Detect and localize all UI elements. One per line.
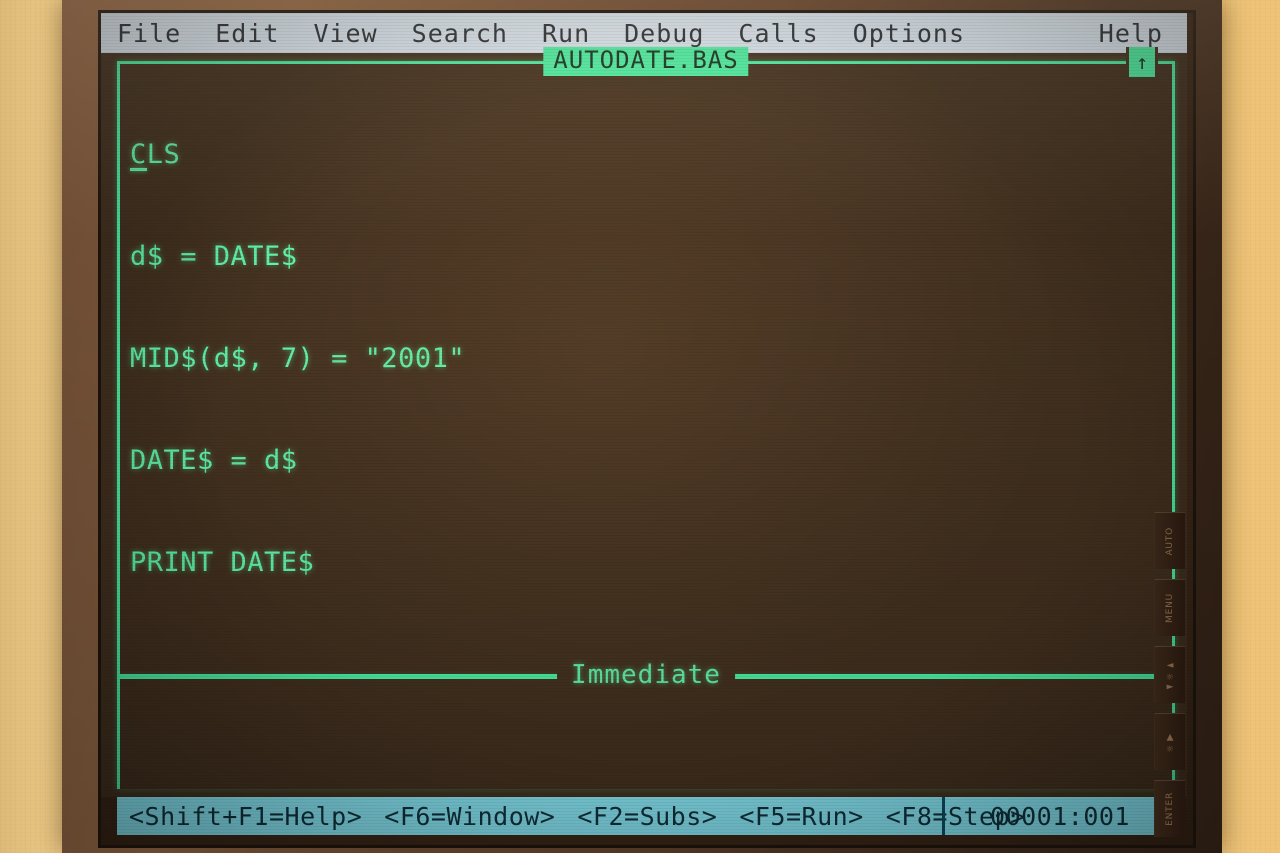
qbasic-ide: File Edit View Search Run Debug Calls Op… xyxy=(101,13,1187,839)
cursor-position-indicator: 00001:001 xyxy=(942,797,1175,835)
monitor-menu-button[interactable]: MENU xyxy=(1154,579,1185,636)
menu-item-calls[interactable]: Calls xyxy=(738,19,818,48)
monitor-brightness-button[interactable]: ◄☼► xyxy=(1154,646,1185,703)
monitor-enter-button[interactable]: ENTER xyxy=(1154,780,1185,837)
menu-item-options[interactable]: Options xyxy=(853,19,965,48)
shortcut-subs[interactable]: <F2=Subs> xyxy=(577,802,717,831)
monitor-auto-label: AUTO xyxy=(1165,526,1175,556)
shortcut-run[interactable]: <F5=Run> xyxy=(739,802,863,831)
code-line: MID$(d$, 7) = "2001" xyxy=(130,343,466,374)
monitor-button-strip: AUTO MENU ◄☼► ☼▼ ENTER xyxy=(1154,512,1188,847)
menu-item-search[interactable]: Search xyxy=(412,19,508,48)
shortcut-window[interactable]: <F6=Window> xyxy=(384,802,555,831)
code-line: PRINT DATE$ xyxy=(130,547,315,578)
menu-item-file[interactable]: File xyxy=(117,19,181,48)
monitor-contrast-label: ☼▼ xyxy=(1165,731,1175,753)
monitor-enter-label: ENTER xyxy=(1165,792,1175,826)
menu-item-debug[interactable]: Debug xyxy=(624,19,704,48)
code-line: DATE$ = d$ xyxy=(130,445,298,476)
monitor-menu-label: MENU xyxy=(1165,593,1175,623)
monitor-screen: File Edit View Search Run Debug Calls Op… xyxy=(101,13,1193,845)
monitor-brightness-label: ◄☼► xyxy=(1165,658,1175,692)
code-line-text: CLS xyxy=(130,139,181,171)
status-bar: <Shift+F1=Help> <F6=Window> <F2=Subs> <F5=R… xyxy=(117,797,1175,835)
qbasic-desktop: AUTODATE.BAS ↑ CLS d$ = DATE$ MID$(d$, 7… xyxy=(101,47,1187,797)
code-editor[interactable]: CLS d$ = DATE$ MID$(d$, 7) = "2001" DATE… xyxy=(130,70,1164,670)
monitor-contrast-button[interactable]: ☼▼ xyxy=(1154,713,1185,770)
menu-item-edit[interactable]: Edit xyxy=(215,19,279,48)
edit-window: AUTODATE.BAS ↑ CLS d$ = DATE$ MID$(d$, 7… xyxy=(117,47,1175,677)
monitor-auto-button[interactable]: AUTO xyxy=(1154,512,1185,569)
immediate-window-title: Immediate xyxy=(557,660,735,690)
photo-of-monitor: File Edit View Search Run Debug Calls Op… xyxy=(0,0,1280,853)
monitor-bezel: File Edit View Search Run Debug Calls Op… xyxy=(98,10,1196,848)
code-line: d$ = DATE$ xyxy=(130,241,298,272)
menu-item-view[interactable]: View xyxy=(313,19,377,48)
menu-item-run[interactable]: Run xyxy=(542,19,590,48)
code-line: CLS xyxy=(130,138,1164,172)
status-bar-shortcuts: <Shift+F1=Help> <F6=Window> <F2=Subs> <F5=R… xyxy=(117,802,1048,831)
computer-monitor: File Edit View Search Run Debug Calls Op… xyxy=(62,0,1222,853)
menu-item-help[interactable]: Help xyxy=(1099,19,1163,48)
immediate-window[interactable]: Immediate xyxy=(117,660,1175,789)
shortcut-help[interactable]: <Shift+F1=Help> xyxy=(129,802,362,831)
